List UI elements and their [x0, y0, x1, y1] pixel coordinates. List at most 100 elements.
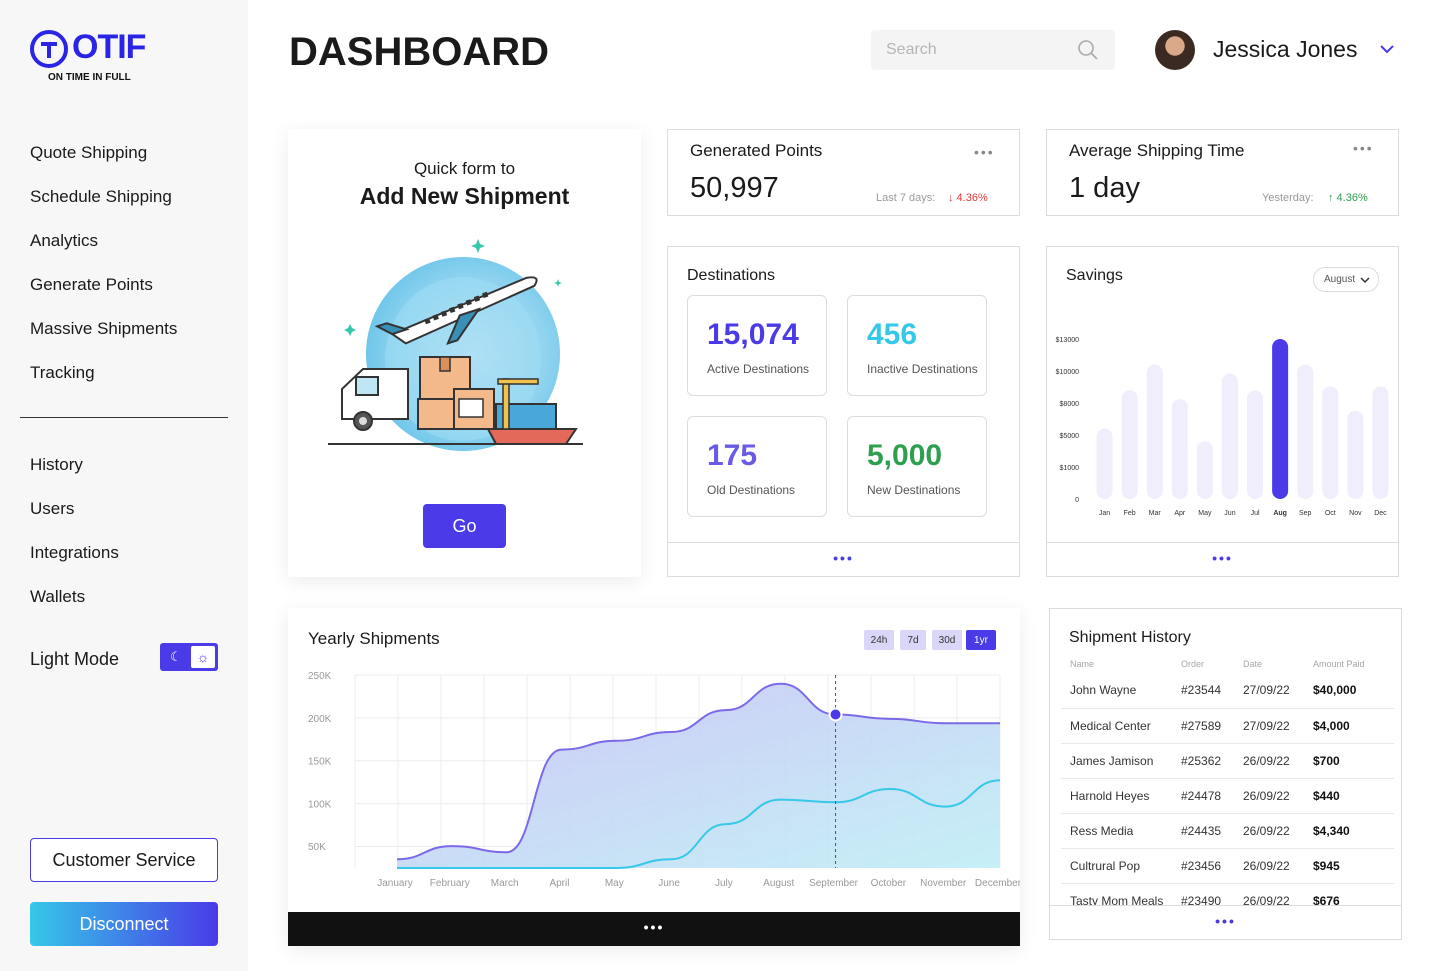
yearly-shipments-chart: 250K 200K 150K 100K 50K January February March A… — [308, 671, 1020, 889]
bar-mar — [1146, 364, 1163, 499]
col-order-header: Order — [1181, 659, 1205, 669]
nav-item-analytics[interactable]: Analytics — [30, 219, 177, 263]
go-button[interactable]: Go — [423, 504, 506, 548]
savings-chart: $13000$10000$8000$5000$10000Jan Feb Mar Apr… — [1056, 337, 1389, 517]
x-tick-label: October — [871, 878, 907, 889]
old-destinations-value: 175 — [707, 439, 758, 472]
range-7d-button[interactable]: 7d — [900, 630, 926, 650]
old-destinations-box[interactable]: 175 Old Destinations — [687, 416, 827, 517]
table-row[interactable]: James Jamison #25362 26/09/22 $700 — [1061, 743, 1394, 779]
moon-icon[interactable]: ☾ — [166, 647, 186, 667]
row-order: #25362 — [1181, 743, 1243, 779]
search-icon[interactable] — [1077, 39, 1099, 61]
bar-may — [1196, 441, 1213, 499]
row-amount: $4,000 — [1313, 708, 1394, 744]
x-tick-label: April — [549, 878, 569, 889]
user-name[interactable]: Jessica Jones — [1213, 36, 1357, 63]
active-destinations-box[interactable]: 15,074 Active Destinations — [687, 295, 827, 396]
x-tick-label: Mar — [1149, 510, 1162, 517]
y-tick-label: $1000 — [1060, 465, 1080, 472]
x-tick-label: August — [763, 878, 794, 889]
x-tick-label: Oct — [1325, 510, 1336, 517]
y-tick-label: 150K — [308, 757, 332, 768]
y-tick-label: 0 — [1075, 497, 1079, 504]
bar-jul — [1247, 390, 1264, 499]
shipment-history-card: Shipment History Name Order Date Amount … — [1049, 608, 1402, 940]
destinations-card: Destinations 15,074 Active Destinations … — [667, 246, 1020, 577]
row-name: James Jamison — [1061, 743, 1181, 779]
old-destinations-label: Old Destinations — [707, 483, 796, 497]
more-options-icon[interactable]: ••• — [1353, 140, 1374, 156]
more-options-icon[interactable]: ••• — [1050, 913, 1401, 929]
nav-item-users[interactable]: Users — [30, 487, 119, 531]
range-24h-button[interactable]: 24h — [864, 630, 894, 650]
bar-jan — [1096, 428, 1113, 499]
light-mode-label: Light Mode — [30, 649, 120, 669]
range-1yr-button[interactable]: 1yr — [966, 630, 996, 650]
table-row[interactable]: Cultrural Pop #23456 26/09/22 $945 — [1061, 848, 1394, 884]
quick-form-title: Add New Shipment — [359, 183, 570, 209]
nav-divider — [20, 417, 228, 418]
nav-item-integrations[interactable]: Integrations — [30, 531, 119, 575]
new-destinations-label: New Destinations — [867, 483, 961, 497]
more-options-icon[interactable]: ••• — [974, 144, 995, 160]
bar-apr — [1171, 399, 1188, 499]
x-tick-label: Jul — [1251, 510, 1260, 517]
inactive-destinations-box[interactable]: 456 Inactive Destinations — [847, 295, 987, 396]
new-destinations-value: 5,000 — [867, 439, 943, 472]
x-tick-label: Feb — [1124, 510, 1136, 517]
disconnect-button[interactable]: Disconnect — [30, 902, 218, 946]
nav-item-history[interactable]: History — [30, 443, 119, 487]
row-amount: $945 — [1313, 848, 1394, 884]
x-tick-label: May — [1198, 510, 1212, 517]
table-row[interactable]: John Wayne #23544 27/09/22 $40,000 — [1061, 673, 1394, 709]
table-row[interactable]: Ress Media #24435 26/09/22 $4,340 — [1061, 813, 1394, 849]
row-date: 27/09/22 — [1243, 673, 1313, 709]
sun-icon[interactable]: ☼ — [191, 646, 215, 668]
chevron-down-icon[interactable] — [1378, 40, 1396, 58]
table-row[interactable]: Harnold Heyes #24478 26/09/22 $440 — [1061, 778, 1394, 814]
generated-points-change: ↓ 4.36% — [948, 192, 988, 204]
bar-jun — [1221, 373, 1238, 499]
x-tick-label: Nov — [1349, 510, 1362, 517]
logo-tagline: ON TIME IN FULL — [48, 72, 131, 83]
nav-item-massive-shipments[interactable]: Massive Shipments — [30, 307, 177, 351]
more-options-icon[interactable]: ••• — [288, 919, 1020, 935]
nav-item-wallets[interactable]: Wallets — [30, 575, 119, 619]
search-input[interactable] — [886, 40, 1066, 60]
row-order: #23456 — [1181, 848, 1243, 884]
row-order: #24435 — [1181, 813, 1243, 849]
row-amount: $440 — [1313, 778, 1394, 814]
otif-logo[interactable]: OTIF ON TIME IN FULL — [30, 28, 170, 90]
customer-service-button[interactable]: Customer Service — [30, 838, 218, 882]
table-row[interactable]: Medical Center #27589 27/09/22 $4,000 — [1061, 708, 1394, 744]
month-select[interactable]: August — [1313, 267, 1379, 292]
nav-item-tracking[interactable]: Tracking — [30, 351, 177, 395]
marker-point — [828, 707, 843, 722]
logo-icon — [30, 30, 68, 68]
generated-points-period: Last 7 days: — [876, 192, 936, 204]
theme-toggle[interactable]: ☾ ☼ — [160, 643, 218, 671]
x-tick-label: January — [377, 878, 413, 889]
nav-item-generate-points[interactable]: Generate Points — [30, 263, 177, 307]
more-options-icon[interactable]: ••• — [668, 550, 1019, 566]
nav-item-schedule-shipping[interactable]: Schedule Shipping — [30, 175, 177, 219]
nav-item-quote-shipping[interactable]: Quote Shipping — [30, 131, 177, 175]
sidebar: OTIF ON TIME IN FULL Quote Shipping Sche… — [0, 0, 248, 971]
row-name: Medical Center — [1061, 708, 1181, 744]
range-30d-button[interactable]: 30d — [932, 630, 962, 650]
more-options-icon[interactable]: ••• — [1047, 550, 1398, 566]
x-tick-label: Sep — [1299, 510, 1312, 517]
savings-card: Savings August $13000 $10000 $8000 $5000 $10… — [1046, 246, 1399, 577]
inactive-destinations-label: Inactive Destinations — [867, 362, 978, 376]
user-avatar[interactable] — [1155, 30, 1195, 70]
new-destinations-box[interactable]: 5,000 New Destinations — [847, 416, 987, 517]
row-order: #24478 — [1181, 778, 1243, 814]
yearly-shipments-label: Yearly Shipments — [308, 629, 440, 648]
y-tick-label: $5000 — [1060, 433, 1080, 440]
yearly-shipments-card: Yearly Shipments 24h 7d 30d 1yr 250K 200K… — [288, 608, 1020, 946]
shipment-history-table: Name Order Date Amount Paid John Wayne #2… — [1061, 655, 1394, 919]
bar-feb — [1121, 390, 1138, 499]
col-name-header: Name — [1070, 659, 1095, 669]
avg-shipping-value: 1 day — [1069, 172, 1140, 204]
